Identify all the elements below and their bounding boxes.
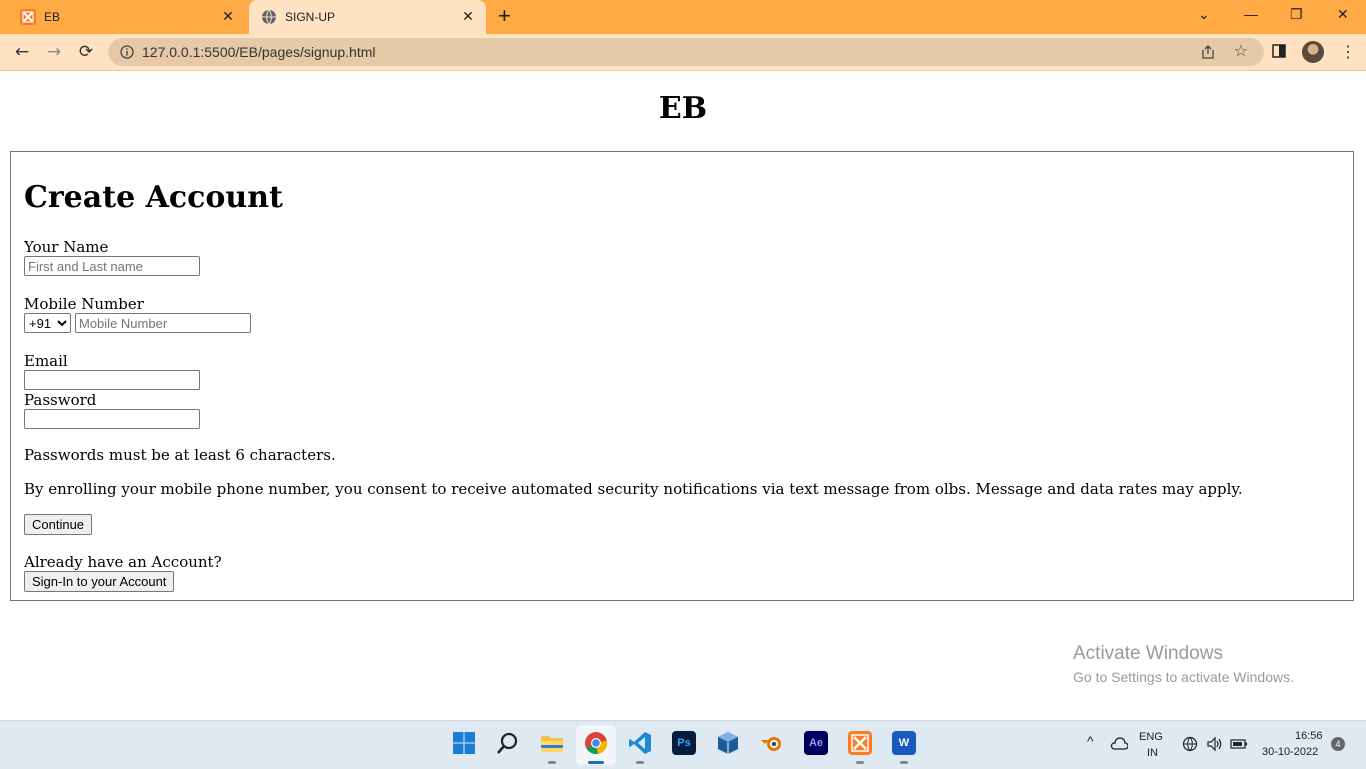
xampp-icon[interactable] bbox=[848, 731, 872, 755]
continue-button[interactable]: Continue bbox=[24, 514, 93, 535]
vscode-icon[interactable] bbox=[628, 731, 652, 755]
tab-title: EB bbox=[44, 10, 61, 24]
xampp-icon bbox=[20, 9, 36, 25]
url-text: 127.0.0.1:5500/EB/pages/signup.html bbox=[142, 44, 376, 60]
password-input[interactable] bbox=[24, 409, 200, 429]
clock-time[interactable]: 16:56 bbox=[1295, 730, 1323, 742]
virtualbox-icon[interactable] bbox=[716, 731, 740, 755]
share-icon[interactable] bbox=[1200, 44, 1216, 60]
photoshop-icon[interactable]: Ps bbox=[672, 731, 696, 755]
file-explorer-icon[interactable] bbox=[540, 731, 564, 755]
new-tab-button[interactable]: + bbox=[498, 4, 511, 28]
page-title: Create Account bbox=[24, 180, 283, 215]
running-indicator bbox=[900, 761, 908, 764]
language-indicator[interactable]: ENG bbox=[1139, 731, 1163, 743]
blender-icon[interactable] bbox=[760, 731, 784, 755]
show-hidden-icons-chevron[interactable]: ^ bbox=[1087, 733, 1094, 749]
reload-button[interactable]: ⟳ bbox=[75, 41, 97, 63]
close-window-button[interactable]: ✕ bbox=[1337, 6, 1349, 23]
site-info-icon[interactable] bbox=[120, 45, 134, 59]
search-icon[interactable] bbox=[496, 731, 520, 755]
address-bar[interactable]: 127.0.0.1:5500/EB/pages/signup.html ☆ bbox=[108, 38, 1264, 66]
onedrive-icon[interactable] bbox=[1110, 736, 1128, 752]
globe-icon bbox=[262, 9, 276, 25]
tab-close-icon[interactable]: ✕ bbox=[460, 8, 476, 24]
active-indicator bbox=[588, 761, 604, 764]
mobile-label: Mobile Number bbox=[24, 295, 144, 313]
chrome-icon[interactable] bbox=[584, 731, 608, 755]
activate-windows-title: Activate Windows bbox=[1073, 643, 1223, 664]
battery-icon[interactable] bbox=[1230, 736, 1248, 752]
after-effects-icon[interactable]: Ae bbox=[804, 731, 828, 755]
signup-form: Create Account Your Name Mobile Number +… bbox=[10, 151, 1354, 601]
country-code-select[interactable]: +91 bbox=[24, 313, 71, 333]
sign-in-button[interactable]: Sign-In to your Account bbox=[24, 571, 175, 592]
mobile-input[interactable] bbox=[75, 313, 251, 333]
profile-avatar[interactable] bbox=[1302, 41, 1324, 63]
forward-button[interactable]: → bbox=[43, 41, 65, 63]
taskbar: Ps Ae W bbox=[0, 720, 1366, 769]
restore-button[interactable]: ❐ bbox=[1290, 6, 1303, 23]
password-hint: Passwords must be at least 6 characters. bbox=[24, 446, 336, 464]
tab-title: SIGN-UP bbox=[285, 10, 336, 24]
side-panel-icon[interactable] bbox=[1272, 44, 1286, 58]
password-label: Password bbox=[24, 391, 97, 409]
bookmark-star-icon[interactable]: ☆ bbox=[1234, 41, 1248, 60]
tab-eb[interactable]: EB ✕ bbox=[8, 0, 246, 34]
tab-sign-up[interactable]: SIGN-UP ✕ bbox=[249, 0, 486, 34]
existing-account-prompt: Already have an Account? bbox=[24, 553, 222, 571]
browser-menu-icon[interactable]: ⋮ bbox=[1340, 41, 1356, 63]
tab-search-icon[interactable]: ⌄ bbox=[1198, 6, 1210, 23]
volume-icon[interactable] bbox=[1206, 736, 1224, 752]
email-input[interactable] bbox=[24, 370, 200, 390]
name-input[interactable] bbox=[24, 256, 200, 276]
running-indicator bbox=[548, 761, 556, 764]
notification-badge[interactable]: 4 bbox=[1331, 737, 1345, 751]
running-indicator bbox=[636, 761, 644, 764]
minimize-button[interactable]: — bbox=[1244, 6, 1258, 22]
word-icon[interactable]: W bbox=[892, 731, 916, 755]
back-button[interactable]: ← bbox=[11, 41, 33, 63]
browser-toolbar: ← → ⟳ 127.0.0.1:5500/EB/pages/signup.htm… bbox=[0, 34, 1366, 71]
network-icon[interactable] bbox=[1182, 736, 1198, 752]
consent-text: By enrolling your mobile phone number, y… bbox=[24, 480, 1243, 498]
running-indicator bbox=[856, 761, 864, 764]
clock-date[interactable]: 30-10-2022 bbox=[1262, 746, 1318, 758]
page-viewport: EB Create Account Your Name Mobile Numbe… bbox=[0, 71, 1366, 720]
name-label: Your Name bbox=[24, 238, 109, 256]
language-region: IN bbox=[1147, 747, 1158, 759]
activate-windows-subtitle: Go to Settings to activate Windows. bbox=[1073, 669, 1294, 685]
windows-start-icon[interactable] bbox=[452, 731, 476, 755]
site-brand: EB bbox=[658, 91, 708, 126]
tab-close-icon[interactable]: ✕ bbox=[220, 8, 236, 24]
email-label: Email bbox=[24, 352, 68, 370]
tab-strip: EB ✕ SIGN-UP ✕ + ⌄ — ❐ ✕ bbox=[0, 0, 1366, 34]
